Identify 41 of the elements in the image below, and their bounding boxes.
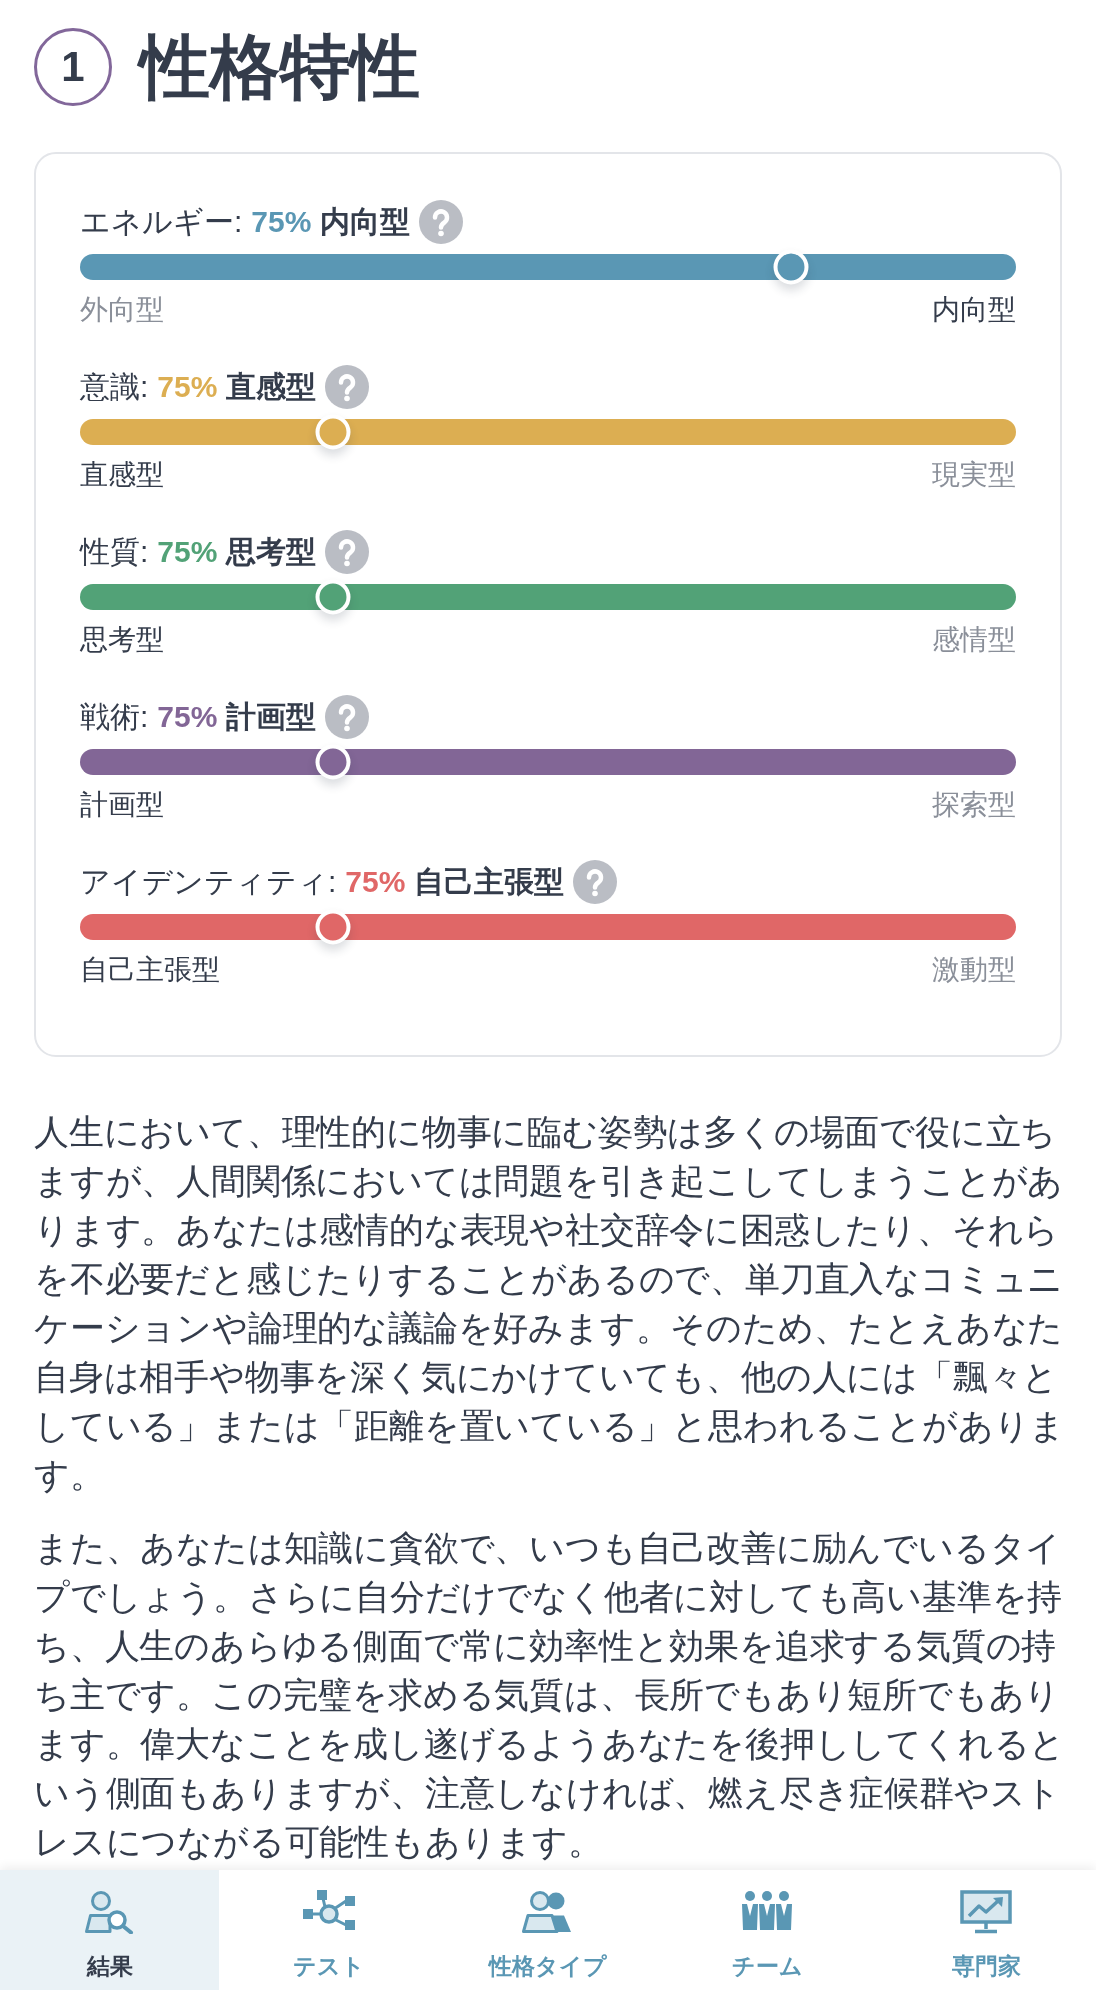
nav-tab[interactable]: 結果 [0, 1870, 220, 1990]
help-icon[interactable] [325, 695, 370, 739]
pole-label: 内向型 [932, 293, 1016, 327]
trait-name: 戦術: [80, 698, 149, 735]
body-paragraph: 人生において、理性的に物事に臨む姿勢は多くの場面で役に立ちますが、人間関係においては問題を引き起こしてしまうことがあります。あなたは感情的な表現や社交辞令に困惑したり、それらを不必要だと感じたりすることがあるので、単刀直入なコミュニケーションや論理的な議論を好みます。そのため、たとえあなた自身は相手や物事を深く気にかけていても、他の人には「飄々としている」または「距離を置いている」と思われることがあります。 [34, 1111, 1067, 1496]
nav-tab[interactable]: テスト [219, 1870, 439, 1990]
body-paragraph: また、あなたは知識に貪欲で、いつも自己改善に励んでいるタイプでしょう。さらに自分だけでなく他者に対しても高い基準を持ち、人生のあらゆる側面で常に効率性と効果を追求する気質の持ち主です。この完璧を求める気質は、長所でもあり短所でもあります。偉大なことを成し遂げるようあなたを後押ししてくれるという側面もありますが、注意しなければ、燃え尽き症候群やストレスにつながる可能性もあります。 [34, 1527, 1067, 1863]
help-icon[interactable] [419, 200, 464, 244]
trait-percent: 75% [251, 205, 312, 239]
pole-label: 探索型 [932, 788, 1016, 822]
pole-label: 感情型 [932, 623, 1016, 657]
trait-percent: 75% [157, 370, 218, 404]
pole-label: 思考型 [80, 623, 164, 657]
trait-name: 性質: [80, 533, 149, 570]
pole-label: 計画型 [80, 788, 164, 822]
nav-tab[interactable]: チーム [657, 1870, 877, 1990]
trait-name: アイデンティティ: [80, 863, 337, 900]
trait-type: 計画型 [226, 698, 317, 735]
nav-tab[interactable]: 性格タイプ [438, 1870, 658, 1990]
help-icon[interactable] [325, 365, 370, 409]
trait-name: 意識: [80, 368, 149, 405]
help-icon[interactable] [325, 530, 370, 574]
trait-type: 自己主張型 [414, 863, 565, 900]
trait-type: 内向型 [320, 203, 411, 240]
nav-tab[interactable]: 専門家 [876, 1870, 1096, 1990]
pole-label: 直感型 [80, 458, 164, 492]
trait-name: エネルギー: [80, 203, 243, 240]
trait-percent: 75% [345, 865, 406, 899]
pole-label: 激動型 [932, 953, 1016, 987]
trait-percent: 75% [157, 535, 218, 569]
pole-label: 現実型 [932, 458, 1016, 492]
two-people-icon [522, 1890, 574, 1934]
person-magnifier-icon [83, 1890, 136, 1934]
trait-type: 思考型 [226, 533, 317, 570]
trait-type: 直感型 [226, 368, 317, 405]
monitor-chart-icon [960, 1890, 1013, 1934]
pole-label: 自己主張型 [80, 953, 220, 987]
help-icon[interactable] [573, 860, 618, 904]
step-number: 1 [34, 28, 112, 106]
pole-label: 外向型 [80, 293, 164, 327]
trait-percent: 75% [157, 700, 218, 734]
